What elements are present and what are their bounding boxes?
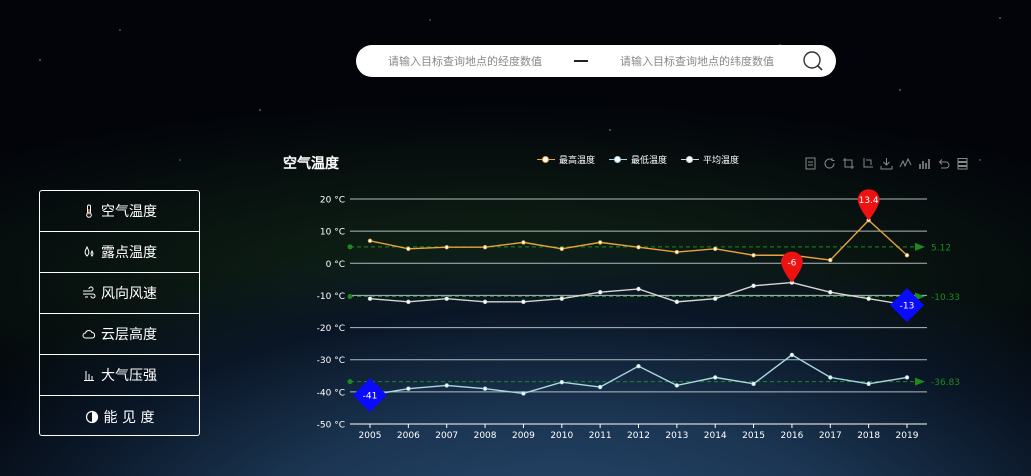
data-point: [674, 249, 680, 255]
x-tick-label: 2013: [665, 431, 688, 441]
markpoint-label: -41: [363, 392, 378, 402]
data-point: [482, 386, 488, 391]
data-point: [559, 380, 564, 385]
markline-start-dot: [347, 379, 353, 385]
data-point: [751, 381, 756, 387]
x-tick-label: 2018: [857, 431, 880, 441]
x-tick-label: 2006: [397, 431, 420, 441]
data-point: [713, 246, 718, 252]
data-point: [789, 352, 795, 358]
data-point: [751, 253, 756, 258]
data-point: [406, 386, 411, 391]
data-point: [521, 240, 526, 245]
x-tick-label: 2017: [819, 431, 842, 441]
data-point: [674, 383, 680, 388]
temperature-line-chart: 20 °C 10 °C 0 °C -10 °C -20 °C -30 °C -40 °C -5…: [317, 189, 960, 441]
y-tick-label: -20 °C: [317, 324, 345, 334]
data-point: [482, 245, 488, 250]
data-point: [636, 363, 641, 369]
series-line: [369, 281, 908, 306]
data-point: [444, 245, 449, 250]
markline-start-dot: [347, 293, 353, 299]
data-point: [367, 296, 373, 301]
x-tick-label: 2011: [589, 431, 612, 441]
data-point: [521, 299, 526, 305]
data-point: [636, 245, 641, 250]
x-tick-label: 2019: [896, 431, 919, 441]
data-point: [866, 381, 871, 387]
data-point: [713, 375, 718, 380]
data-point: [406, 246, 411, 252]
x-tick-label: 2015: [742, 431, 765, 441]
data-point: [559, 246, 564, 252]
data-point: [559, 296, 564, 301]
data-point: [828, 375, 833, 380]
y-tick-label: -50 °C: [317, 421, 345, 431]
data-point: [597, 290, 603, 295]
data-point: [904, 253, 910, 258]
x-tick-label: 2005: [359, 431, 382, 441]
data-point: [444, 296, 449, 301]
data-point: [713, 296, 718, 301]
markpoint-label: -6: [787, 259, 796, 269]
markline-arrow: [915, 377, 925, 386]
x-tick-label: 2016: [780, 431, 803, 441]
y-tick-label: -40 °C: [317, 388, 345, 398]
y-tick-label: 20 °C: [320, 196, 345, 206]
data-point: [482, 299, 488, 305]
markpoint-label: -13: [900, 302, 915, 312]
series-line: [369, 219, 908, 261]
data-point: [674, 299, 680, 305]
markline-label: -36.83: [931, 378, 960, 388]
data-point: [904, 375, 910, 380]
series-line: [369, 354, 908, 396]
x-tick-label: 2007: [435, 431, 458, 441]
x-tick-label: 2009: [512, 431, 535, 441]
x-tick-label: 2012: [627, 431, 650, 441]
data-point: [828, 290, 833, 295]
data-point: [751, 283, 756, 288]
x-tick-label: 2014: [704, 431, 727, 441]
y-tick-label: 10 °C: [320, 228, 345, 238]
data-point: [444, 383, 449, 388]
y-tick-label: -10 °C: [317, 292, 345, 302]
data-point: [597, 240, 603, 245]
markline-start-dot: [347, 244, 353, 250]
data-point: [597, 384, 603, 390]
data-point: [406, 299, 411, 305]
markline-label: 5.12: [931, 243, 951, 253]
markpoint-label: 13.4: [859, 196, 879, 206]
data-point: [367, 238, 373, 243]
data-point: [828, 257, 833, 263]
data-point: [636, 286, 641, 292]
markline-label: -10.33: [931, 293, 960, 303]
x-tick-label: 2008: [474, 431, 497, 441]
y-tick-label: -30 °C: [317, 356, 345, 366]
data-point: [521, 391, 526, 396]
x-tick-label: 2010: [550, 431, 573, 441]
y-tick-label: 0 °C: [326, 260, 345, 270]
markline-arrow: [915, 242, 925, 251]
data-point: [866, 296, 871, 301]
